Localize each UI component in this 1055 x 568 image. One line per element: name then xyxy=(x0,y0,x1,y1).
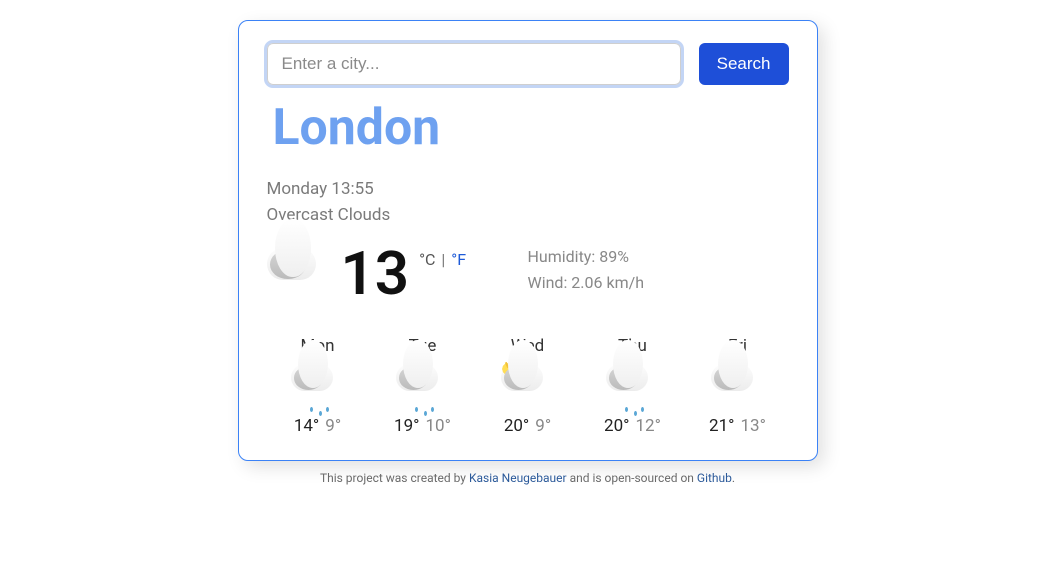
search-button[interactable]: Search xyxy=(699,43,789,85)
forecast-hi: 20° xyxy=(604,416,629,436)
forecast-day: Tue 19°10° xyxy=(378,336,468,436)
current-temperature: 13 xyxy=(341,244,410,304)
humidity-label: Humidity: xyxy=(528,247,596,266)
forecast-lo: 9° xyxy=(535,416,551,436)
footer-mid: and is open-sourced on xyxy=(567,471,697,485)
forecast-lo: 9° xyxy=(325,416,341,436)
current-meta: Monday 13:55 Overcast Clouds xyxy=(267,177,789,228)
weather-card: Search London Monday 13:55 Overcast Clou… xyxy=(238,20,818,461)
unit-separator: | xyxy=(441,250,445,269)
author-link[interactable]: Kasia Neugebauer xyxy=(469,471,567,485)
forecast-lo: 13° xyxy=(741,416,766,436)
unit-toggle: °C | °F xyxy=(419,250,466,269)
wind-label: Wind: xyxy=(528,273,568,292)
cloud-rain-icon xyxy=(606,364,660,408)
search-row: Search xyxy=(267,43,789,85)
wind-row: Wind: 2.06 km/h xyxy=(528,270,645,296)
current-row: 13 °C | °F Humidity: 89% Wind: 2.06 km/h xyxy=(267,244,789,304)
forecast-day: Wed 20°9° xyxy=(483,336,573,436)
city-search-input[interactable] xyxy=(267,43,681,85)
forecast-lo: 12° xyxy=(636,416,661,436)
current-condition: Overcast Clouds xyxy=(267,203,789,229)
unit-celsius[interactable]: °C xyxy=(419,250,435,269)
forecast-hi: 14° xyxy=(294,416,319,436)
unit-fahrenheit[interactable]: °F xyxy=(451,250,466,269)
humidity-value: 89% xyxy=(599,247,629,266)
forecast-row: Mon 14°9° Tue 19°10° Wed xyxy=(267,336,789,436)
forecast-temps: 21° 13° xyxy=(709,416,766,436)
forecast-lo: 10° xyxy=(426,416,451,436)
forecast-temps: 14° 9° xyxy=(294,416,341,436)
forecast-temps: 19° 10° xyxy=(394,416,451,436)
forecast-day: Mon 14°9° xyxy=(273,336,363,436)
current-datetime: Monday 13:55 xyxy=(267,177,789,203)
footer-post: . xyxy=(732,471,735,485)
footer-credit: This project was created by Kasia Neugeb… xyxy=(320,471,735,485)
forecast-day: Fri 21°13° xyxy=(693,336,783,436)
current-details: Humidity: 89% Wind: 2.06 km/h xyxy=(528,244,645,295)
forecast-day: Thu 20°12° xyxy=(588,336,678,436)
forecast-temps: 20° 9° xyxy=(504,416,551,436)
cloud-icon xyxy=(267,248,331,300)
cloud-rain-icon xyxy=(291,364,345,408)
github-link[interactable]: Github xyxy=(697,471,732,485)
current-left: 13 °C | °F xyxy=(267,244,528,304)
forecast-hi: 21° xyxy=(709,416,734,436)
wind-value: 2.06 km/h xyxy=(571,273,644,292)
humidity-row: Humidity: 89% xyxy=(528,244,645,270)
forecast-hi: 19° xyxy=(394,416,419,436)
cloud-sun-icon xyxy=(501,364,555,408)
cloud-icon xyxy=(711,364,765,408)
footer-pre: This project was created by xyxy=(320,471,469,485)
forecast-temps: 20° 12° xyxy=(604,416,661,436)
forecast-hi: 20° xyxy=(504,416,529,436)
cloud-rain-icon xyxy=(396,364,450,408)
city-name: London xyxy=(273,99,789,157)
